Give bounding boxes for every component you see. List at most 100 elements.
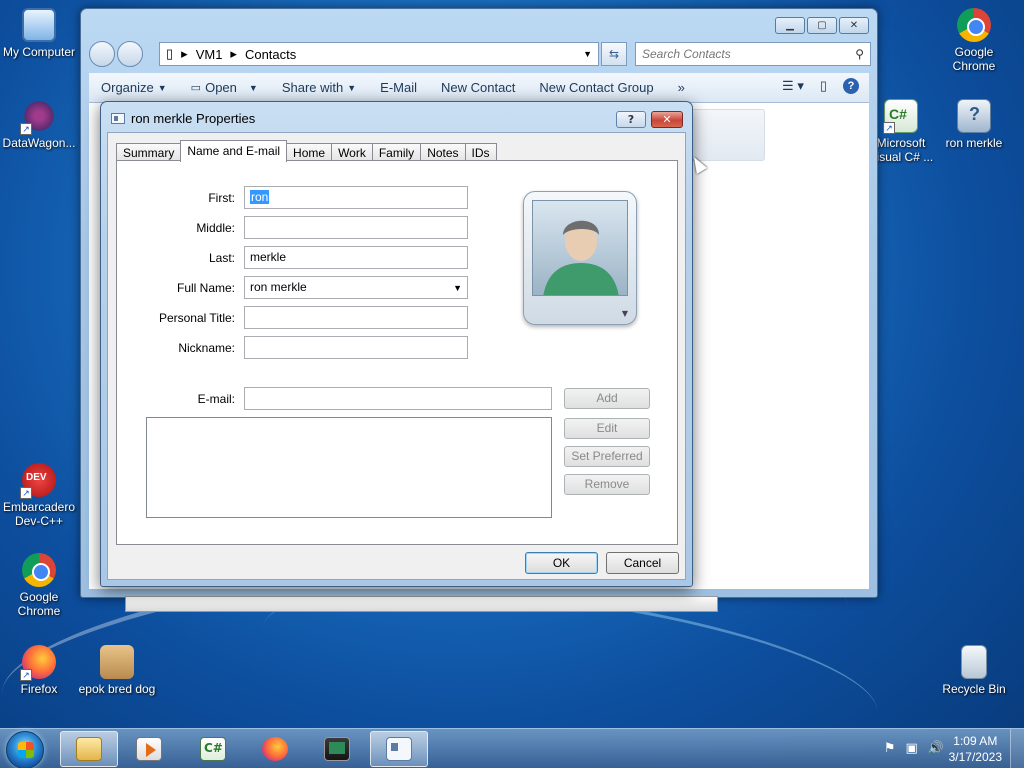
volume-icon[interactable]: 🔊 [928,741,944,756]
contact-tile[interactable] [689,109,765,161]
first-name-field[interactable]: ron [244,186,468,209]
desktop-icon-label: Firefox [20,682,58,696]
breadcrumb-vm1[interactable]: VM1 [196,47,223,62]
desktop-icon-my-computer[interactable]: My Computer [0,8,78,59]
desktop-icon-epok-bred-dog[interactable]: epok bred dog [78,645,156,696]
full-name-dropdown[interactable]: ron merkle ▼ [244,276,468,299]
last-name-field[interactable]: merkle [244,246,468,269]
clock[interactable]: 1:09 AM 3/17/2023 [949,733,1002,765]
action-center-flag-icon[interactable]: ⚑ [884,741,896,756]
close-window-button[interactable]: ✕ [839,17,869,34]
email-address-list[interactable] [146,417,552,518]
middle-name-field[interactable] [244,216,468,239]
default-person-icon [543,220,619,295]
view-options-icon[interactable]: ☰ ▾ [782,78,804,94]
maximize-button[interactable]: ▢ [807,17,837,34]
cancel-button[interactable]: Cancel [606,552,679,574]
chevron-down-icon: ▼ [157,82,167,93]
picture-options-dropdown-icon[interactable]: ▼ [622,309,628,318]
minimize-button[interactable]: ▁ [775,17,805,34]
taskbar-media-player[interactable] [120,731,178,767]
refresh-button[interactable]: ⇆ [601,42,627,66]
close-icon: ✕ [662,113,672,126]
new-contact-button[interactable]: New Contact [429,80,527,95]
contact-properties-dialog: ron merkle Properties ? ✕ Summary Name a… [100,101,693,587]
desktop-icon-label: Embarcadero Dev-C++ [2,500,76,528]
desktop-icon-devcpp[interactable]: ↗ Embarcadero Dev-C++ [0,463,78,528]
edit-email-button[interactable]: Edit [564,418,650,439]
personal-title-label: Personal Title: [158,311,235,325]
open-menu[interactable]: ▭ Open ▼ [179,80,270,95]
breadcrumb-contacts[interactable]: Contacts [245,47,296,62]
add-email-button[interactable]: Add [564,388,650,409]
csharp-icon: ↗ [883,99,918,134]
full-name-label: Full Name: [176,281,235,295]
search-placeholder: Search Contacts [642,47,731,61]
share-with-menu[interactable]: Share with ▼ [270,80,368,95]
datawagon-icon: ↗ [20,99,56,135]
desktop-icon-chrome-right[interactable]: Google Chrome [935,8,1013,73]
nickname-field[interactable] [244,336,468,359]
shortcut-arrow-icon: ↗ [883,122,895,134]
network-icon[interactable]: ▣ [906,741,918,756]
firefox-icon: ↗ [20,645,56,681]
chevron-down-icon: ▼ [347,82,357,93]
more-commands-button[interactable]: » [666,80,697,95]
desktop-icon-ron-merkle[interactable]: ron merkle [935,99,1013,150]
preview-pane-icon[interactable]: ▯ [820,78,827,94]
address-dropdown-icon[interactable]: ▼ [583,49,592,59]
chevron-down-icon: ▼ [453,283,462,293]
open-label: Open [205,80,237,95]
clock-date: 3/17/2023 [948,750,1002,764]
monitor-icon [324,737,350,761]
desktop-icon-label: epok bred dog [78,682,156,696]
help-icon[interactable]: ? [843,78,859,94]
taskbar-explorer[interactable] [60,731,118,767]
desktop-icon-label: Google Chrome [17,590,61,618]
desktop-icon-datawagon[interactable]: ↗ DataWagon... [0,99,78,150]
set-preferred-email-button[interactable]: Set Preferred [564,446,650,467]
contact-picture-frame[interactable]: ▼ [523,191,637,325]
desktop-icon-firefox[interactable]: ↗ Firefox [0,645,78,696]
media-player-icon [136,737,162,761]
folder-icon [76,737,102,761]
taskbar: ⚑ ▣ 🔊 1:09 AM 3/17/2023 [0,728,1024,768]
start-button[interactable] [6,731,44,768]
dialog-body: Summary Name and E-mail Home Work Family… [107,132,686,580]
dialog-help-button[interactable]: ? [616,111,646,128]
organize-menu[interactable]: Organize ▼ [89,80,179,95]
windows-logo-icon [18,742,34,758]
taskbar-monitor-app[interactable] [308,731,366,767]
taskbar-visual-csharp[interactable] [184,731,242,767]
tab-name-and-email[interactable]: Name and E-mail [180,140,288,162]
full-name-value: ron merkle [250,280,307,294]
remove-email-button[interactable]: Remove [564,474,650,495]
email-input[interactable] [244,387,552,410]
chevron-down-icon: ▼ [248,82,258,93]
email-label: E-mail: [197,392,235,406]
middle-name-label: Middle: [196,221,235,235]
desktop-icon-recycle-bin[interactable]: Recycle Bin [935,645,1013,696]
desktop-icon-label: DataWagon... [2,136,76,150]
address-bar[interactable]: ▯ ▸ VM1 ▸ Contacts ▼ [159,42,599,66]
window-controls: ▁ ▢ ✕ [775,17,869,34]
forward-button[interactable] [117,41,143,67]
ok-button[interactable]: OK [525,552,598,574]
clock-time: 1:09 AM [953,734,998,748]
personal-title-field[interactable] [244,306,468,329]
back-button[interactable] [89,41,115,67]
tab-strip: Summary Name and E-mail Home Work Family… [116,140,497,162]
recycle-bin-icon [961,645,987,679]
taskbar-contact-properties[interactable] [370,731,428,767]
new-contact-group-button[interactable]: New Contact Group [527,80,665,95]
horizontal-scrollbar[interactable] [125,596,718,612]
show-desktop-button[interactable] [1010,729,1024,768]
chrome-icon [22,553,56,587]
unknown-file-icon [957,99,991,133]
taskbar-firefox[interactable] [246,731,304,767]
nickname-label: Nickname: [178,341,235,355]
email-button[interactable]: E-Mail [368,80,429,95]
desktop-icon-chrome[interactable]: Google Chrome [0,553,78,618]
search-contacts-input[interactable]: Search Contacts ⚲ [635,42,871,66]
dialog-close-button[interactable]: ✕ [651,111,683,128]
